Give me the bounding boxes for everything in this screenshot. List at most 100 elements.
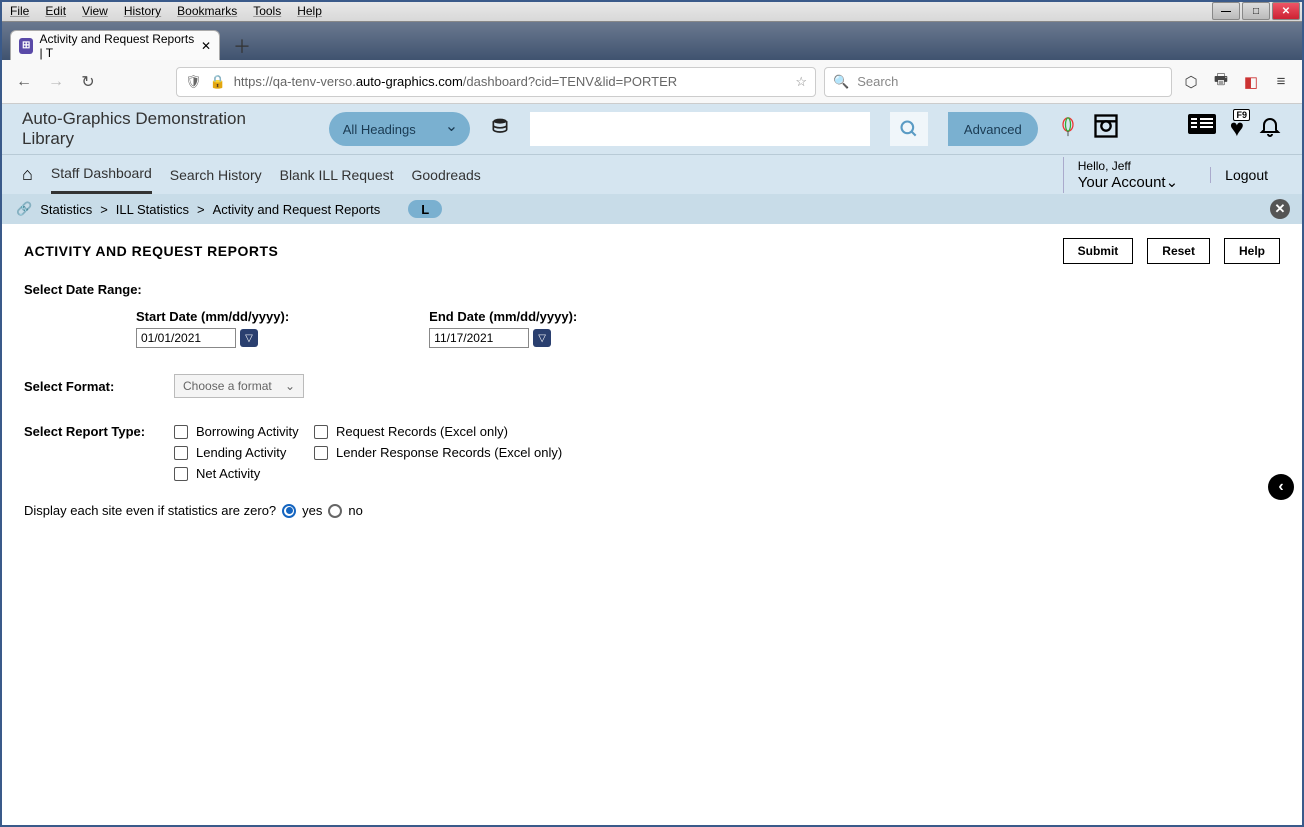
breadcrumb-pill: L: [408, 200, 442, 218]
close-window-button[interactable]: ✕: [1272, 2, 1300, 20]
url-prefix: https://qa-tenv-verso.: [234, 74, 356, 89]
help-button[interactable]: Help: [1224, 238, 1280, 264]
main-search-button[interactable]: [890, 112, 928, 146]
reset-button[interactable]: Reset: [1147, 238, 1210, 264]
start-date-picker-icon[interactable]: ▽: [240, 329, 258, 347]
nav-staff-dashboard[interactable]: Staff Dashboard: [51, 155, 152, 194]
favorites-icon[interactable]: ♥ F9: [1230, 115, 1244, 143]
checkbox-lender-response[interactable]: [314, 446, 328, 460]
extension-icon[interactable]: ◧: [1240, 71, 1262, 93]
list-icon[interactable]: [1188, 114, 1216, 145]
main-nav: ⌂ Staff Dashboard Search History Blank I…: [2, 154, 1302, 194]
lending-label: Lending Activity: [196, 445, 286, 460]
your-account-label: Your Account: [1078, 174, 1166, 191]
page-title: ACTIVITY AND REQUEST REPORTS: [24, 243, 278, 259]
lender-response-label: Lender Response Records (Excel only): [336, 445, 562, 460]
yes-label: yes: [302, 503, 322, 518]
menu-help[interactable]: Help: [289, 2, 330, 21]
radio-yes[interactable]: [282, 504, 296, 518]
date-range-label: Select Date Range:: [24, 282, 1280, 297]
tab-title: Activity and Request Reports | T: [39, 32, 194, 60]
browser-tabbar: ⊞ Activity and Request Reports | T ✕ ＋: [2, 22, 1302, 60]
start-date-input[interactable]: [136, 328, 236, 348]
chevron-down-icon: ⌄: [285, 379, 295, 393]
account-box[interactable]: Hello, Jeff Your Account⌄: [1063, 157, 1192, 193]
checkbox-lending[interactable]: [174, 446, 188, 460]
nav-search-history[interactable]: Search History: [170, 157, 262, 193]
breadcrumb: 🔗 Statistics > ILL Statistics > Activity…: [2, 194, 1302, 224]
scan-icon[interactable]: [1092, 112, 1120, 147]
zero-stats-question: Display each site even if statistics are…: [24, 503, 276, 518]
bookmark-star-icon[interactable]: ☆: [795, 74, 807, 90]
menu-tools[interactable]: Tools: [245, 2, 289, 21]
menu-file[interactable]: File: [2, 2, 37, 21]
lock-icon: 🔒: [210, 74, 226, 90]
advanced-label: Advanced: [964, 122, 1022, 137]
report-panel: ACTIVITY AND REQUEST REPORTS Submit Rese…: [2, 224, 1302, 825]
main-search-input[interactable]: [530, 112, 870, 146]
report-type-label: Select Report Type:: [24, 424, 174, 481]
borrowing-label: Borrowing Activity: [196, 424, 299, 439]
database-icon[interactable]: [490, 117, 510, 142]
menu-history[interactable]: History: [116, 2, 169, 21]
browser-search-field[interactable]: 🔍 Search: [824, 67, 1172, 97]
nav-blank-ill[interactable]: Blank ILL Request: [280, 157, 394, 193]
print-icon[interactable]: 🖶: [1210, 71, 1232, 93]
headings-label: All Headings: [343, 122, 416, 137]
crumb-activity-reports[interactable]: Activity and Request Reports: [213, 202, 381, 217]
minimize-button[interactable]: —: [1212, 2, 1240, 20]
shield-icon: 🛡: [185, 74, 202, 90]
end-date-picker-icon[interactable]: ▽: [533, 329, 551, 347]
balloon-icon[interactable]: [1058, 117, 1078, 142]
breadcrumb-close-button[interactable]: ✕: [1270, 199, 1290, 219]
maximize-button[interactable]: □: [1242, 2, 1270, 20]
library-name: Auto-Graphics Demonstration Library: [22, 109, 263, 149]
menu-bookmarks[interactable]: Bookmarks: [169, 2, 245, 21]
app-viewport: Auto-Graphics Demonstration Library All …: [2, 104, 1302, 825]
format-placeholder: Choose a format: [183, 379, 272, 393]
notifications-icon[interactable]: [1258, 114, 1282, 145]
panel-collapse-button[interactable]: ‹: [1268, 474, 1294, 500]
search-icon: 🔍: [833, 74, 849, 90]
chevron-down-icon: ⌄: [1166, 174, 1179, 191]
crumb-ill-statistics[interactable]: ILL Statistics: [116, 202, 189, 217]
submit-button[interactable]: Submit: [1063, 238, 1134, 264]
back-button[interactable]: ←: [12, 70, 36, 94]
url-domain: auto-graphics.com: [356, 74, 463, 89]
tab-close-button[interactable]: ✕: [201, 39, 211, 53]
menu-icon[interactable]: ≡: [1270, 71, 1292, 93]
advanced-search-button[interactable]: Advanced: [948, 112, 1038, 146]
header-right: ♥ F9: [1058, 112, 1282, 147]
home-icon[interactable]: ⌂: [22, 164, 33, 185]
no-label: no: [348, 503, 362, 518]
browser-menubar: File Edit View History Bookmarks Tools H…: [2, 2, 1302, 22]
format-label: Select Format:: [24, 379, 174, 394]
radio-no[interactable]: [328, 504, 342, 518]
favicon-icon: ⊞: [19, 38, 33, 54]
net-label: Net Activity: [196, 466, 260, 481]
headings-dropdown[interactable]: All Headings: [329, 112, 470, 146]
start-date-label: Start Date (mm/dd/yyyy):: [136, 309, 289, 324]
browser-urlbar: ← → ↻ 🛡 🔒 https://qa-tenv-verso.auto-gra…: [2, 60, 1302, 104]
pocket-icon[interactable]: ⬡: [1180, 71, 1202, 93]
format-select[interactable]: Choose a format ⌄: [174, 374, 304, 398]
hello-text: Hello, Jeff: [1078, 159, 1178, 173]
address-bar[interactable]: 🛡 🔒 https://qa-tenv-verso.auto-graphics.…: [176, 67, 816, 97]
reload-button[interactable]: ↻: [76, 70, 100, 94]
logout-link[interactable]: Logout: [1210, 167, 1282, 183]
checkbox-net[interactable]: [174, 467, 188, 481]
menu-view[interactable]: View: [74, 2, 116, 21]
checkbox-request-records[interactable]: [314, 425, 328, 439]
menu-edit[interactable]: Edit: [37, 2, 74, 21]
url-path: /dashboard?cid=TENV&lid=PORTER: [463, 74, 677, 89]
end-date-input[interactable]: [429, 328, 529, 348]
new-tab-button[interactable]: ＋: [228, 32, 256, 60]
nav-goodreads[interactable]: Goodreads: [412, 157, 481, 193]
forward-button[interactable]: →: [44, 70, 68, 94]
browser-tab[interactable]: ⊞ Activity and Request Reports | T ✕: [10, 30, 220, 60]
crumb-statistics[interactable]: Statistics: [40, 202, 92, 217]
window-controls: — □ ✕: [1210, 2, 1300, 20]
app-header: Auto-Graphics Demonstration Library All …: [2, 104, 1302, 154]
request-records-label: Request Records (Excel only): [336, 424, 508, 439]
checkbox-borrowing[interactable]: [174, 425, 188, 439]
